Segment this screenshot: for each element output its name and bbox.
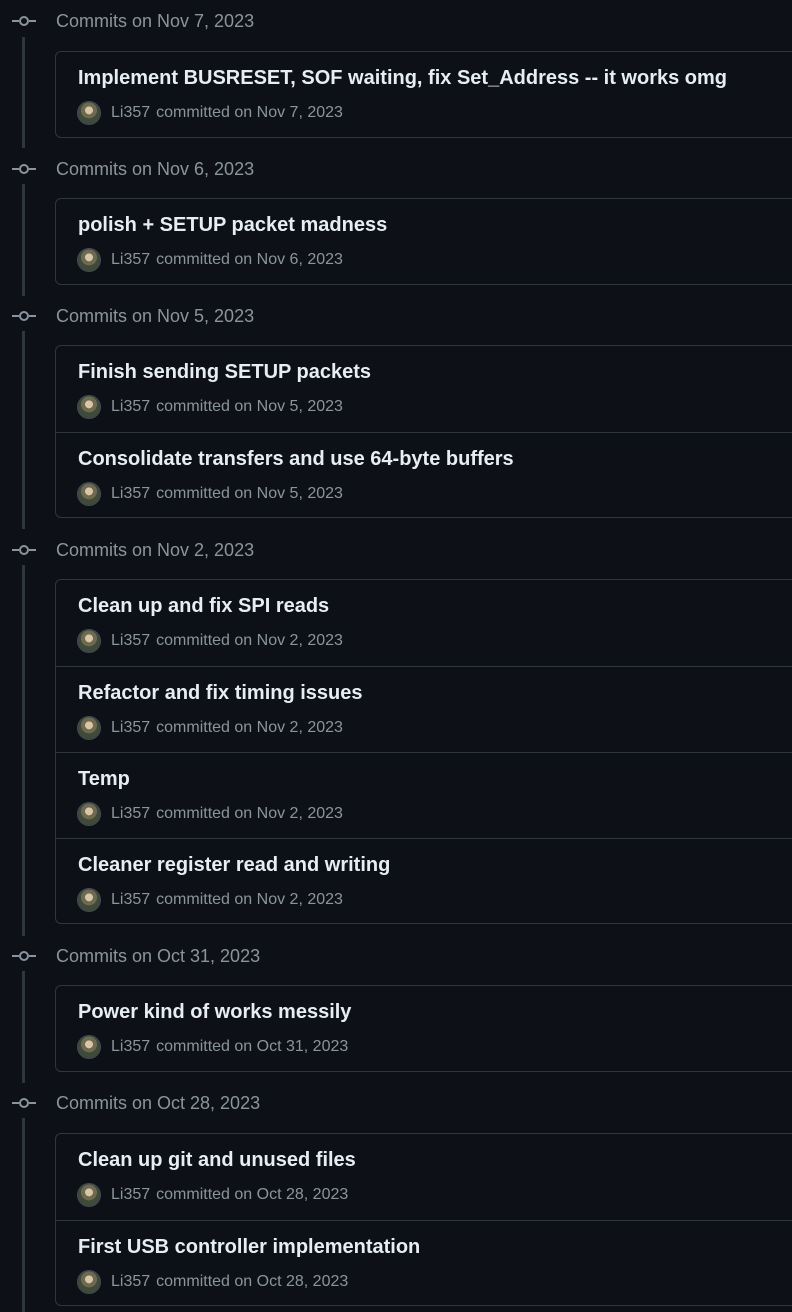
commit-author-link[interactable]: Li357	[111, 632, 150, 650]
commit-row[interactable]: Consolidate transfers and use 64-byte bu…	[56, 432, 792, 519]
commit-date: committed on Nov 2, 2023	[156, 719, 343, 736]
commit-message-link[interactable]: Power kind of works messily	[78, 1001, 351, 1024]
commit-meta: Li357 committed on Nov 2, 2023	[78, 803, 343, 825]
commit-group-title: Commits on Nov 2, 2023	[56, 540, 255, 560]
commit-meta: Li357 committed on Oct 28, 2023	[78, 1184, 349, 1206]
commit-list: Clean up and fix SPI reads Li357 committed…	[55, 579, 792, 924]
commit-list: Implement BUSRESET, SOF waiting, fix Set…	[55, 51, 792, 138]
timeline-rail	[22, 184, 25, 296]
commit-message-link[interactable]: Clean up git and unused files	[78, 1149, 356, 1172]
commit-date: committed on Nov 2, 2023	[156, 891, 343, 908]
commit-date: committed on Nov 2, 2023	[156, 632, 343, 649]
commit-row[interactable]: First USB controller implementation Li357…	[56, 1220, 792, 1307]
commit-date: committed on Oct 31, 2023	[156, 1038, 349, 1055]
commit-date: committed on Nov 5, 2023	[156, 398, 343, 415]
commit-row[interactable]: Clean up and fix SPI reads Li357 committed…	[56, 580, 792, 666]
commit-row[interactable]: polish + SETUP packet madness Li357 commit…	[56, 199, 792, 285]
commit-date: committed on Nov 5, 2023	[156, 485, 343, 502]
commit-row[interactable]: Refactor and fix timing issues Li357 commi…	[56, 666, 792, 753]
avatar[interactable]	[78, 630, 100, 652]
commit-list: Finish sending SETUP packets Li357 committ…	[55, 345, 792, 518]
commit-row[interactable]: Implement BUSRESET, SOF waiting, fix Set…	[56, 52, 792, 138]
avatar[interactable]	[78, 483, 100, 505]
commit-group-title: Commits on Nov 5, 2023	[56, 306, 255, 326]
commit-date: committed on Oct 28, 2023	[156, 1186, 349, 1203]
commit-group-header: Commits on Nov 7, 2023	[0, 7, 792, 35]
commit-date: committed on Nov 7, 2023	[156, 104, 343, 121]
git-commit-icon	[12, 1095, 36, 1111]
commit-author-link[interactable]: Li357	[111, 1038, 150, 1056]
commit-message-link[interactable]: Implement BUSRESET, SOF waiting, fix Set…	[78, 67, 727, 90]
timeline-rail	[22, 565, 25, 936]
commit-meta: Li357 committed on Nov 2, 2023	[78, 630, 343, 652]
avatar[interactable]	[78, 717, 100, 739]
avatar[interactable]	[78, 396, 100, 418]
avatar[interactable]	[78, 803, 100, 825]
commit-meta: Li357 committed on Nov 2, 2023	[78, 717, 343, 739]
commit-group-header: Commits on Oct 31, 2023	[0, 942, 792, 970]
commit-meta: Li357 committed on Nov 6, 2023	[78, 249, 343, 271]
avatar[interactable]	[78, 889, 100, 911]
commit-group-header: Commits on Nov 2, 2023	[0, 536, 792, 564]
timeline-rail	[22, 331, 25, 529]
commit-message-link[interactable]: Temp	[78, 768, 130, 791]
commit-row[interactable]: Cleaner register read and writing Li357 co…	[56, 838, 792, 925]
commit-group-header: Commits on Nov 5, 2023	[0, 302, 792, 330]
commit-message-link[interactable]: Clean up and fix SPI reads	[78, 595, 329, 618]
git-commit-icon	[12, 161, 36, 177]
git-commit-icon	[12, 308, 36, 324]
commit-author-link[interactable]: Li357	[111, 719, 150, 737]
commit-meta: Li357 committed on Nov 5, 2023	[78, 483, 343, 505]
commit-meta: Li357 committed on Nov 2, 2023	[78, 889, 343, 911]
commit-author-link[interactable]: Li357	[111, 104, 150, 122]
commit-row[interactable]: Finish sending SETUP packets Li357 committ…	[56, 346, 792, 432]
commit-author-link[interactable]: Li357	[111, 398, 150, 416]
avatar[interactable]	[78, 1271, 100, 1293]
commit-group-header: Commits on Oct 28, 2023	[0, 1089, 792, 1117]
commit-message-link[interactable]: Consolidate transfers and use 64-byte bu…	[78, 448, 514, 471]
commit-timeline: Commits on Nov 7, 2023 Implement BUSRESET…	[0, 0, 792, 1312]
commit-row[interactable]: Temp Li357 committed on Nov 2, 2023	[56, 752, 792, 839]
timeline-rail	[22, 1118, 25, 1312]
commit-date: committed on Nov 2, 2023	[156, 805, 343, 822]
avatar[interactable]	[78, 1184, 100, 1206]
commit-author-link[interactable]: Li357	[111, 1186, 150, 1204]
commit-group-title: Commits on Nov 6, 2023	[56, 159, 255, 179]
avatar[interactable]	[78, 102, 100, 124]
commit-message-link[interactable]: Refactor and fix timing issues	[78, 682, 363, 705]
commit-meta: Li357 committed on Nov 5, 2023	[78, 396, 343, 418]
commit-list: Power kind of works messily Li357 committe…	[55, 985, 792, 1072]
commit-message-link[interactable]: Finish sending SETUP packets	[78, 361, 371, 384]
git-commit-icon	[12, 13, 36, 29]
commit-message-link[interactable]: First USB controller implementation	[78, 1236, 420, 1259]
avatar[interactable]	[78, 1036, 100, 1058]
commit-message-link[interactable]: polish + SETUP packet madness	[78, 214, 387, 237]
commit-date: committed on Oct 28, 2023	[156, 1273, 349, 1290]
timeline-rail	[22, 971, 25, 1083]
commit-row[interactable]: Power kind of works messily Li357 committe…	[56, 986, 792, 1072]
git-commit-icon	[12, 542, 36, 558]
commit-meta: Li357 committed on Oct 28, 2023	[78, 1271, 349, 1293]
timeline-rail	[22, 37, 25, 148]
commit-group-title: Commits on Nov 7, 2023	[56, 11, 255, 31]
avatar[interactable]	[78, 249, 100, 271]
commit-author-link[interactable]: Li357	[111, 805, 150, 823]
commit-list: Clean up git and unused files Li357 commit…	[55, 1133, 792, 1306]
git-commit-icon	[12, 948, 36, 964]
commit-group-header: Commits on Nov 6, 2023	[0, 155, 792, 183]
commit-message-link[interactable]: Cleaner register read and writing	[78, 854, 390, 877]
commit-row[interactable]: Clean up git and unused files Li357 commit…	[56, 1134, 792, 1220]
commit-author-link[interactable]: Li357	[111, 891, 150, 909]
commit-author-link[interactable]: Li357	[111, 485, 150, 503]
commit-date: committed on Nov 6, 2023	[156, 251, 343, 268]
commit-list: polish + SETUP packet madness Li357 commit…	[55, 198, 792, 285]
commit-author-link[interactable]: Li357	[111, 1273, 150, 1291]
commit-group-title: Commits on Oct 31, 2023	[56, 946, 261, 966]
commit-meta: Li357 committed on Oct 31, 2023	[78, 1036, 349, 1058]
commit-meta: Li357 committed on Nov 7, 2023	[78, 102, 343, 124]
commit-author-link[interactable]: Li357	[111, 251, 150, 269]
commit-group-title: Commits on Oct 28, 2023	[56, 1093, 261, 1113]
